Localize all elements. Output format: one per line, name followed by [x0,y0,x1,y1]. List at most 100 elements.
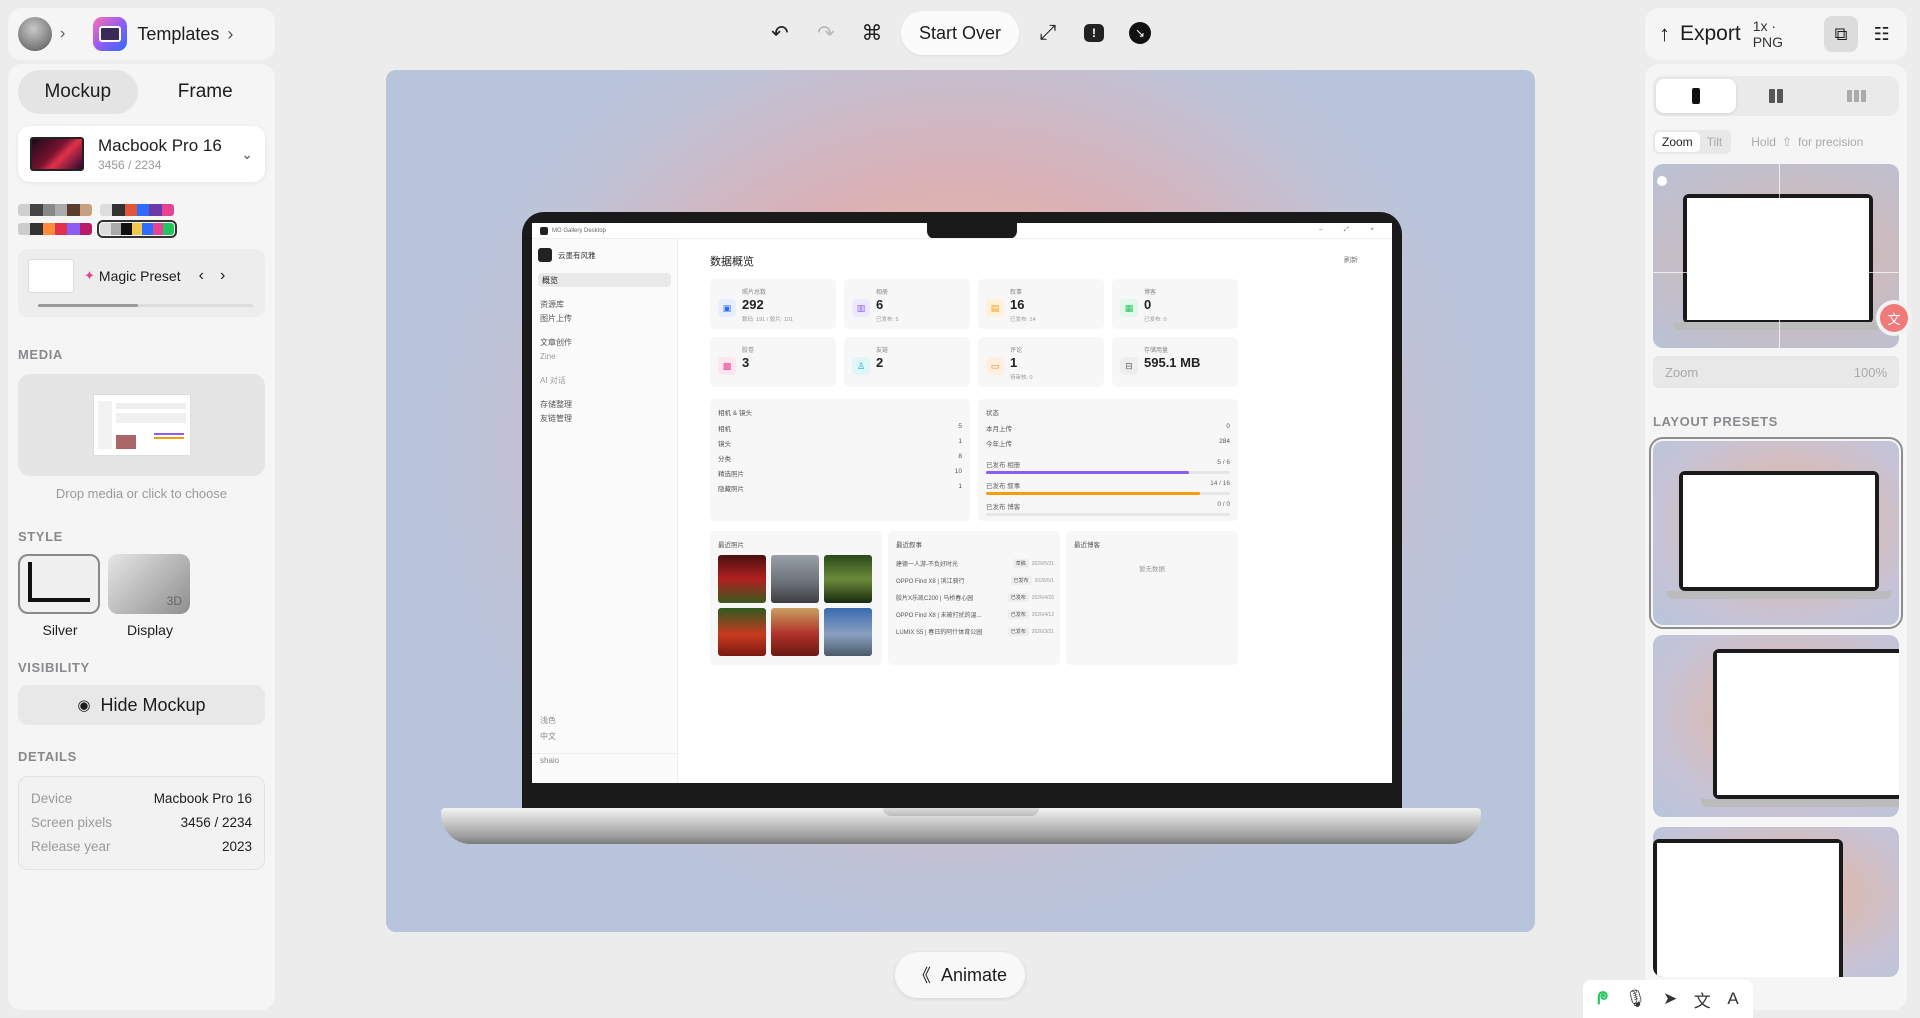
nav-item[interactable]: 存储整理 [532,397,677,411]
media-dropzone[interactable] [18,374,265,476]
nav-item[interactable]: Zine [532,349,677,363]
magic-preset-thumbnail [28,259,74,293]
nav-item[interactable]: 概览 [538,273,671,287]
assistant-logo-icon[interactable]: ᖘ [1597,989,1608,1009]
photo-thumb[interactable] [718,555,766,603]
story-row[interactable]: LUMIX S5 | 春日的阿什体育公园 已发布 2026/3/31 [896,623,1054,640]
ai-text-icon[interactable]: A [1727,989,1738,1009]
style-silver[interactable]: Silver [18,554,102,638]
nav-item[interactable]: 浅色 [532,713,556,727]
magic-preset[interactable]: ✦ Magic Preset ‹ › [18,249,265,317]
app-main: 数据概览 刷新 ▣ 照片总数 292 数码: 191 / 胶片: 101 ▥ 相册 6 已发… [678,239,1392,783]
story-row[interactable]: 建德一人游-不负好时光 草稿 2026/5/31 [896,555,1054,572]
nav-item[interactable]: AI 对话 [532,373,677,387]
chevron-right-icon[interactable]: › [227,24,233,45]
expand-icon[interactable]: ⤢ [1025,10,1071,56]
export-format[interactable]: 1x · PNG [1753,18,1808,50]
swatch-1[interactable] [18,204,92,216]
details-row: Screen pixels 3456 / 2234 [31,815,252,830]
swatch-3[interactable] [18,223,92,235]
hide-mockup-button[interactable]: ◉ Hide Mockup [18,685,265,725]
translate-fab[interactable]: 文 [1876,300,1912,336]
layout-triple-icon[interactable] [1816,79,1896,113]
left-top-bar: › Templates › [8,8,275,60]
photo-thumb[interactable] [771,555,819,603]
story-row[interactable]: OPPO Find X8 | 未被打扰的温... 已发布 2026/4/12 [896,606,1054,623]
nav-item[interactable]: 中文 [532,729,556,743]
macbook-frame: MG Gallery Desktop – ⤢ × 云墨有风雅 概览 资源库 图片… [522,212,1402,808]
details-row: Device Macbook Pro 16 [31,791,252,806]
translate-icon[interactable]: 文 [1694,987,1711,1012]
nav-item[interactable]: 资源库 [532,297,677,311]
zoom-preview[interactable] [1653,164,1899,348]
layout-double-icon[interactable] [1736,79,1816,113]
zoom-corner-dot [1657,176,1667,186]
clock-icon[interactable]: ↘ [1117,10,1163,56]
photo-thumb[interactable] [771,608,819,656]
nav-item[interactable]: 图片上传 [532,311,677,325]
tab-frame[interactable]: Frame [146,70,266,114]
stat-card: ▣ 照片总数 292 数码: 191 / 胶片: 101 [710,279,836,329]
microphone-icon[interactable]: 🎙︎ [1625,989,1647,1009]
stat-card: ⊟ 存储用量 595.1 MB [1112,337,1238,387]
templates-button[interactable]: Templates [137,24,219,45]
feedback-icon[interactable]: ! [1071,10,1117,56]
zoom-handle[interactable] [1761,238,1797,274]
story-row[interactable]: 胶片X乐凯C200 | 马桥春心园 已发布 2026/4/26 [896,589,1054,606]
window-titlebar: MG Gallery Desktop – ⤢ × [532,223,1392,239]
layout-preset-1[interactable] [1649,437,1903,629]
progress-track [986,513,1230,516]
templates-app-icon[interactable] [93,17,128,51]
stat-card: ▭ 评论 1 待审核: 0 [978,337,1104,387]
stat-card: ▤ 叙事 16 已发布: 14 [978,279,1104,329]
tilt-tab[interactable]: Tilt [1700,132,1730,152]
zoom-slider[interactable]: Zoom 100% [1653,356,1899,388]
details-section-label: DETAILS [18,749,77,764]
swatch-2[interactable] [100,204,174,216]
chevron-left-icon[interactable]: ‹ [199,267,204,285]
macbook-base [441,808,1481,844]
story-row[interactable]: OPPO Find X8 | 滨江骑行 已发布 2026/5/1 [896,572,1054,589]
device-selector[interactable]: Macbook Pro 16 3456 / 2234 ⌄ [18,126,265,182]
style-display-thumb: 3D [108,554,190,614]
layout-preset-3[interactable] [1653,827,1899,977]
start-over-button[interactable]: Start Over [900,11,1020,55]
command-icon[interactable]: ⌘ [849,10,895,56]
sparkle-icon: ✦ [84,268,95,283]
layout-single-icon[interactable] [1656,79,1736,113]
progress-row: 已发布 相册 5 / 6 [986,459,1230,474]
user-avatar[interactable] [18,17,52,51]
refresh-button[interactable]: 刷新 [1344,255,1358,265]
media-section-label: MEDIA [18,347,63,362]
undo-icon[interactable]: ↶ [757,10,803,56]
nav-item[interactable]: 文章创作 [532,335,677,349]
chevron-right-icon[interactable]: › [60,25,65,43]
style-display[interactable]: 3D Display [108,554,192,638]
nav-item[interactable]: 友链管理 [532,411,677,425]
tab-mockup[interactable]: Mockup [18,70,138,114]
translate-icon: 文 [1880,304,1908,332]
swatch-4-selected[interactable] [97,220,177,238]
export-button[interactable]: Export [1680,22,1741,46]
details-table: Device Macbook Pro 16 Screen pixels 3456 /… [18,776,265,870]
animate-button[interactable]: 《 Animate [895,952,1025,998]
settings-sliders-icon[interactable]: ☷ [1866,18,1897,50]
photo-thumb[interactable] [824,608,872,656]
stat-card: ♙ 友链 2 [844,337,970,387]
progress-track [986,492,1230,495]
progress-list: 已发布 相册 5 / 6 已发布 叙事 14 / 16 已发布 博客 0 / 0 [986,459,1230,516]
visibility-section-label: VISIBILITY [18,660,90,675]
copy-icon[interactable]: ⧉ [1823,16,1859,52]
export-arrow-icon[interactable]: ↑ [1659,21,1670,47]
mockup-canvas[interactable]: MG Gallery Desktop – ⤢ × 云墨有风雅 概览 资源库 图片… [386,70,1535,932]
recent-stories-panel: 最近叙事 建德一人游-不负好时光 草稿 2026/5/31 OPPO Find X8 … [888,531,1060,665]
layout-preset-2[interactable] [1653,635,1899,817]
chevron-right-icon[interactable]: › [220,267,225,285]
photo-thumb[interactable] [824,555,872,603]
zoom-tab[interactable]: Zoom [1655,132,1700,152]
redo-icon[interactable]: ↷ [803,10,849,56]
photo-thumb[interactable] [718,608,766,656]
device-name: Macbook Pro 16 [98,136,222,155]
send-icon[interactable]: ➤ [1663,989,1677,1009]
chevron-down-icon[interactable]: ⌄ [241,146,253,163]
